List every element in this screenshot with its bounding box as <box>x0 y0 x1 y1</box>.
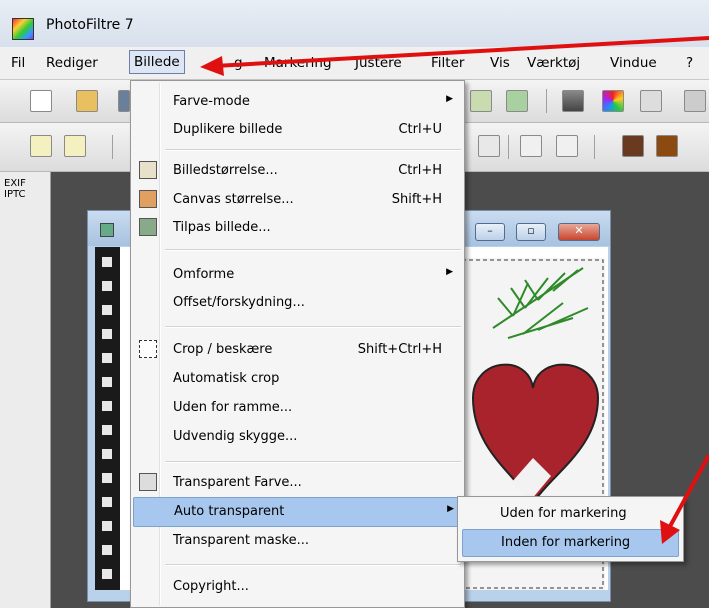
arrowhead-icon <box>200 56 224 76</box>
annotation-arrow-inden-for-markering <box>666 454 709 531</box>
annotation-arrows <box>200 36 709 544</box>
annotation-arrow-billede <box>214 36 709 68</box>
